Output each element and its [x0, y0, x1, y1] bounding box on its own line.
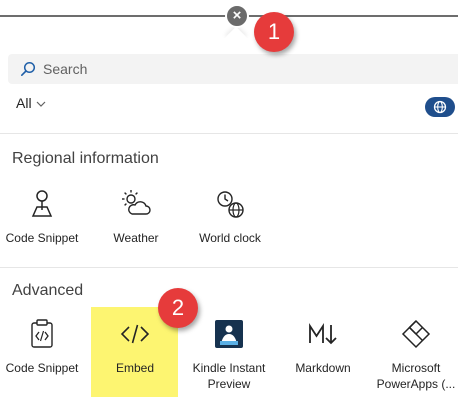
code-snippet-icon — [0, 318, 86, 350]
tile-label: Embed — [115, 361, 155, 375]
tile-microsoft-powerapps[interactable]: Microsoft PowerApps (... — [372, 314, 458, 400]
step-badge-1: 1 — [254, 12, 294, 52]
kindle-icon — [185, 318, 273, 350]
tile-label: Weather — [113, 231, 159, 245]
filter-label: All — [16, 95, 32, 111]
step-badge-2: 2 — [158, 288, 198, 328]
tile-label: Code Snippet — [5, 231, 79, 245]
chevron-down-icon — [36, 101, 45, 108]
markdown-icon — [279, 318, 367, 350]
section-divider — [0, 133, 458, 134]
tile-markdown[interactable]: Markdown — [279, 314, 367, 400]
tile-bing-maps[interactable]: Code Snippet — [0, 182, 86, 268]
tile-label: Microsoft PowerApps (... — [376, 361, 456, 391]
tile-code-snippet[interactable]: Code Snippet — [0, 314, 86, 400]
search-box[interactable]: Search — [8, 54, 458, 84]
section-divider — [0, 267, 458, 268]
search-input[interactable]: Search — [43, 61, 87, 77]
tile-label: Markdown — [295, 361, 351, 375]
filter-dropdown[interactable]: All — [16, 95, 46, 111]
globe-toggle-button[interactable] — [425, 97, 455, 117]
section-title-advanced: Advanced — [12, 282, 84, 299]
tile-weather[interactable]: Weather — [92, 182, 180, 268]
section-title-regional: Regional information — [12, 150, 159, 167]
tile-kindle-instant-preview[interactable]: Kindle Instant Preview — [185, 314, 273, 400]
globe-icon — [433, 100, 447, 114]
tile-embed[interactable]: Embed — [91, 314, 179, 400]
close-icon[interactable]: × — [225, 4, 249, 28]
tile-label: World clock — [199, 231, 261, 245]
tile-label: Code Snippet — [5, 361, 79, 375]
tile-label: Kindle Instant Preview — [192, 361, 266, 391]
powerapps-icon — [372, 318, 458, 350]
world-clock-icon — [186, 188, 274, 220]
map-pin-icon — [0, 188, 86, 220]
tile-world-clock[interactable]: World clock — [186, 182, 274, 268]
search-icon — [20, 61, 36, 76]
weather-icon — [92, 188, 180, 220]
